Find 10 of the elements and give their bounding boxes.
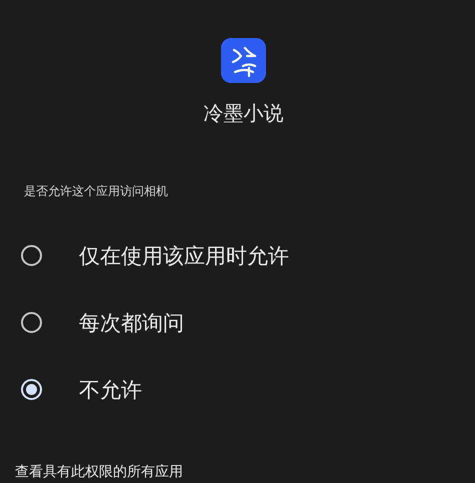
radio-button[interactable]	[21, 379, 42, 400]
all-apps-link[interactable]: 查看具有此权限的所有应用	[15, 463, 183, 481]
option-label: 仅在使用该应用时允许	[79, 242, 289, 270]
permission-question: 是否允许这个应用访问相机	[24, 183, 169, 200]
radio-button[interactable]	[21, 245, 42, 266]
app-logo-icon	[221, 38, 266, 83]
option-label: 每次都询问	[79, 310, 184, 336]
app-name: 冷墨小说	[204, 100, 284, 127]
radio-button[interactable]	[21, 312, 42, 333]
option-label: 不允许	[79, 376, 142, 404]
